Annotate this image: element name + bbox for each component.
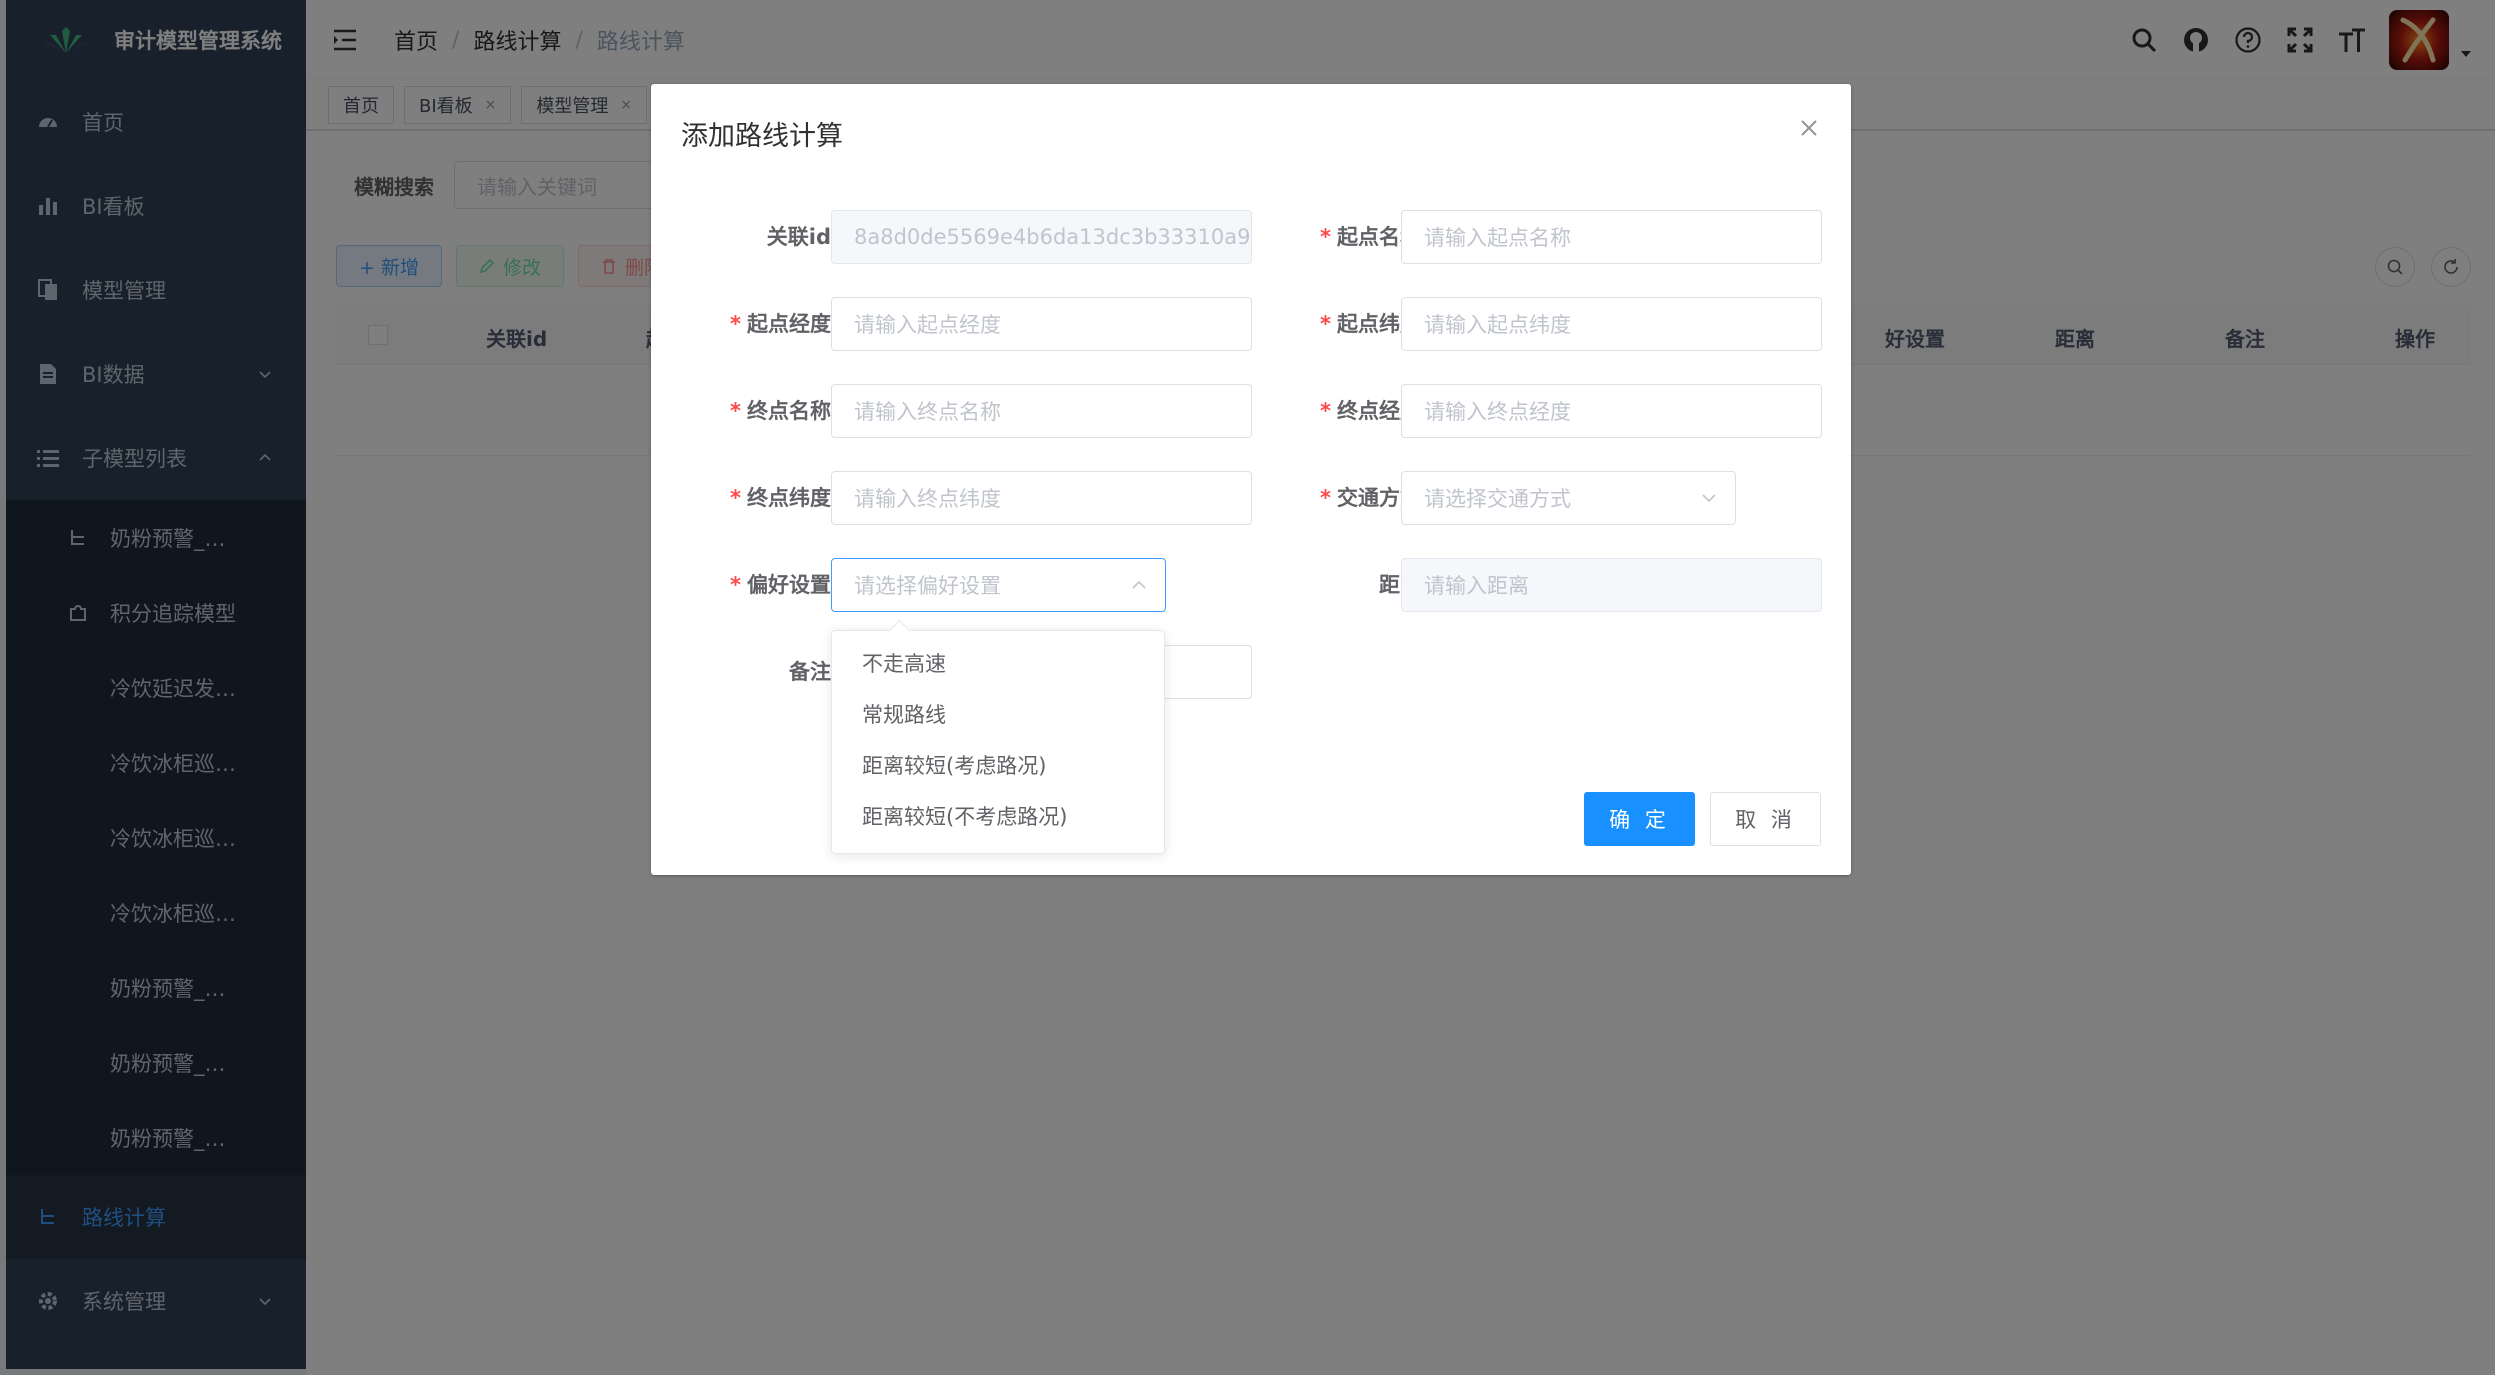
field-label-end-name: * 终点名称 [651,384,831,438]
end-lat-input[interactable]: 请输入终点纬度 [831,471,1252,525]
required-mark: * [1320,312,1331,336]
transport-select[interactable]: 请选择交通方式 [1401,471,1736,525]
distance-field: 请输入距离 [1401,558,1822,612]
field-label-transport: * 交通方式 [1241,471,1421,525]
field-label-start-lng: * 起点经度 [651,297,831,351]
field-label-remark: 备注 [651,645,831,699]
field-label-end-lng: * 终点经度 [1241,384,1421,438]
placeholder: 请输入起点纬度 [1424,313,1571,337]
field-label-text: 备注 [789,660,831,684]
field-label-start-lat: * 起点纬度 [1241,297,1421,351]
field-label-start-name: * 起点名称 [1241,210,1421,264]
required-mark: * [730,573,741,597]
required-mark: * [1320,486,1331,510]
required-mark: * [730,486,741,510]
field-label-distance: 距离 [1241,558,1421,612]
start-lng-input[interactable]: 请输入起点经度 [831,297,1252,351]
field-label-rel-id: 关联id [651,210,831,264]
dropdown-option[interactable]: 距离较短(不考虑路况) [832,792,1164,843]
field-label-preference: * 偏好设置 [651,558,831,612]
field-label-text: 关联id [766,225,831,249]
chevron-down-icon [1702,494,1716,503]
placeholder: 请输入距离 [1424,574,1529,598]
field-label-text: 偏好设置 [747,573,831,597]
field-label-end-lat: * 终点纬度 [651,471,831,525]
rel-id-value: 8a8d0de5569e4b6da13dc3b33310a98b [854,225,1252,249]
required-mark: * [1320,399,1331,423]
dropdown-option[interactable]: 不走高速 [832,639,1164,690]
dialog-title: 添加路线计算 [681,121,843,152]
confirm-button[interactable]: 确 定 [1584,792,1695,846]
end-name-input[interactable]: 请输入终点名称 [831,384,1252,438]
placeholder: 请输入终点经度 [1424,400,1571,424]
field-label-text: 终点名称 [747,399,831,423]
placeholder: 请选择交通方式 [1424,487,1571,511]
cancel-button[interactable]: 取 消 [1710,792,1821,846]
preference-dropdown: 不走高速 常规路线 距离较短(考虑路况) 距离较短(不考虑路况) [831,630,1165,854]
close-icon[interactable] [1797,116,1821,140]
preference-select[interactable]: 请选择偏好设置 [831,558,1166,612]
placeholder: 请输入终点纬度 [854,487,1001,511]
start-name-input[interactable]: 请输入起点名称 [1401,210,1822,264]
required-mark: * [730,399,741,423]
required-mark: * [730,312,741,336]
field-label-text: 起点经度 [747,312,831,336]
dropdown-option[interactable]: 常规路线 [832,690,1164,741]
chevron-up-icon [1132,580,1146,589]
placeholder: 请选择偏好设置 [854,574,1001,598]
start-lat-input[interactable]: 请输入起点纬度 [1401,297,1822,351]
end-lng-input[interactable]: 请输入终点经度 [1401,384,1822,438]
placeholder: 请输入起点名称 [1424,226,1571,250]
placeholder: 请输入终点名称 [854,400,1001,424]
required-mark: * [1320,225,1331,249]
dropdown-option[interactable]: 距离较短(考虑路况) [832,741,1164,792]
rel-id-field: 8a8d0de5569e4b6da13dc3b33310a98b [831,210,1252,264]
field-label-text: 终点纬度 [747,486,831,510]
placeholder: 请输入起点经度 [854,313,1001,337]
